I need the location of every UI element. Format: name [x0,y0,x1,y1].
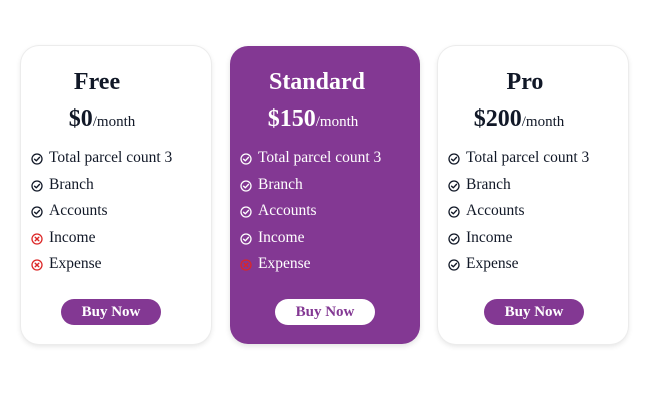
feature-label: Branch [49,175,94,193]
check-circle-icon-glyph [240,153,252,165]
x-circle-icon [31,258,43,271]
buy-now-button[interactable]: Buy Now [275,299,375,325]
check-circle-icon [240,152,252,165]
price-period: /month [521,114,565,130]
feature-item: Income [448,225,589,252]
feature-label: Expense [466,255,519,273]
pricing-card-pro: Pro $200/month Total parcel count 3 Bran… [438,46,628,344]
price-amount: $150 [267,106,316,132]
price-period: /month [315,114,359,130]
plan-price: $0/month [7,106,197,133]
feature-item: Expense [31,251,172,278]
check-circle-icon-glyph [448,233,460,245]
plan-price: $200/month [424,106,614,133]
plan-name: Pro [506,69,544,95]
x-circle-icon-glyph [240,259,252,271]
check-circle-icon-glyph [240,180,252,192]
feature-label: Total parcel count 3 [466,149,590,167]
check-circle-icon-glyph [31,206,43,218]
buy-now-button[interactable]: Buy Now [61,299,161,325]
feature-label: Expense [258,255,311,273]
feature-item: Expense [240,251,381,278]
feature-item: Income [31,225,172,252]
feature-item: Expense [448,251,589,278]
buy-now-button[interactable]: Buy Now [484,299,584,325]
feature-label: Income [466,228,513,246]
check-circle-icon [448,232,460,245]
feature-item: Total parcel count 3 [31,145,172,172]
check-circle-icon [448,179,460,192]
check-circle-icon-glyph [240,206,252,218]
check-circle-icon [448,152,460,165]
feature-item: Total parcel count 3 [240,145,381,172]
x-circle-icon [240,258,252,271]
feature-item: Branch [31,172,172,199]
x-circle-icon [31,232,43,245]
feature-item: Branch [240,172,381,199]
price-amount: $200 [473,106,522,132]
plan-price: $150/month [218,106,408,133]
feature-label: Branch [258,175,303,193]
feature-item: Branch [448,172,589,199]
check-circle-icon [240,179,252,192]
check-circle-icon [448,205,460,218]
feature-label: Total parcel count 3 [49,149,173,167]
feature-label: Accounts [258,202,317,220]
check-circle-icon [240,205,252,218]
price-amount: $0 [68,106,93,132]
check-circle-icon [31,179,43,192]
feature-list: Total parcel count 3 Branch Accounts Inc… [448,145,589,278]
plan-name: Standard [268,69,366,95]
feature-item: Accounts [448,198,589,225]
check-circle-icon-glyph [31,153,43,165]
check-circle-icon-glyph [240,233,252,245]
check-circle-icon-glyph [448,206,460,218]
check-circle-icon [31,205,43,218]
feature-item: Accounts [31,198,172,225]
x-circle-icon-glyph [31,259,43,271]
check-circle-icon-glyph [31,180,43,192]
x-circle-icon-glyph [31,233,43,245]
feature-item: Total parcel count 3 [448,145,589,172]
pricing-card-free: Free $0/month Total parcel count 3 Branc… [21,46,211,344]
feature-list: Total parcel count 3 Branch Accounts Inc… [240,145,381,278]
feature-label: Income [49,228,96,246]
check-circle-icon-glyph [448,259,460,271]
price-period: /month [92,114,136,130]
pricing-card-standard: Standard $150/month Total parcel count 3… [230,46,420,344]
feature-label: Total parcel count 3 [258,149,382,167]
feature-label: Expense [49,255,102,273]
plan-name: Free [73,69,121,95]
feature-item: Income [240,225,381,252]
feature-label: Accounts [49,202,108,220]
feature-label: Accounts [466,202,525,220]
check-circle-icon [31,152,43,165]
check-circle-icon [448,258,460,271]
feature-label: Branch [466,175,511,193]
feature-list: Total parcel count 3 Branch Accounts Inc… [31,145,172,278]
check-circle-icon-glyph [448,153,460,165]
check-circle-icon-glyph [448,180,460,192]
check-circle-icon [240,232,252,245]
feature-item: Accounts [240,198,381,225]
feature-label: Income [258,228,305,246]
